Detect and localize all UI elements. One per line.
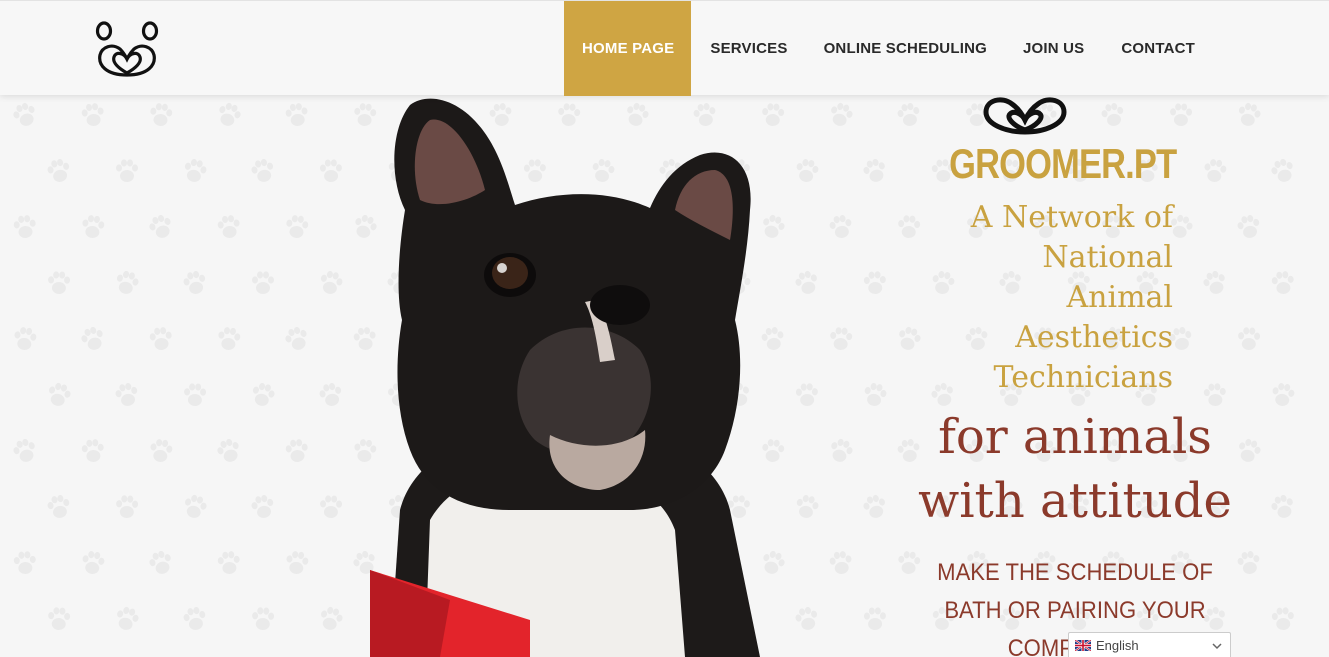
paw-print-icon [41, 153, 77, 189]
paw-print-icon [212, 210, 245, 243]
paw-print-icon [76, 98, 109, 131]
paw-print-icon [210, 96, 248, 134]
paw-print-icon [76, 210, 109, 243]
paw-print-icon [142, 208, 180, 246]
nav-services[interactable]: SERVICES [710, 1, 787, 96]
tagline-line: National [1042, 240, 1173, 275]
paw-print-icon [891, 97, 926, 132]
cta-line: MAKE THE SCHEDULE OF [937, 559, 1213, 586]
paw-print-icon [825, 323, 857, 355]
paw-print-icon [1231, 97, 1267, 133]
tagline-line: Animal [1066, 280, 1173, 315]
paw-print-icon [1095, 97, 1131, 133]
paw-print-icon [177, 153, 213, 189]
paw-print-icon [1231, 209, 1267, 245]
paw-print-icon [41, 377, 78, 414]
paw-print-icon [280, 546, 314, 580]
paw-print-icon [856, 152, 893, 189]
paw-print-icon [824, 210, 859, 245]
paw-print-icon [1267, 267, 1300, 300]
paw-print-icon [1198, 154, 1232, 188]
paw-print-icon [111, 491, 142, 522]
paw-print-icon [6, 96, 44, 134]
main-nav: HOME PAGE SERVICES ONLINE SCHEDULING JOI… [564, 1, 1195, 96]
paw-print-icon [1266, 378, 1300, 412]
paw-print-icon [8, 322, 42, 356]
language-selector[interactable]: English [1068, 632, 1231, 657]
paw-print-icon [112, 156, 142, 186]
paw-print-icon [180, 380, 211, 411]
paw-print-icon [247, 603, 278, 634]
paw-print-icon [1166, 100, 1197, 131]
paw-print-icon [210, 432, 248, 470]
paw-print-icon [74, 320, 112, 358]
paw-print-icon [177, 265, 213, 301]
paw-print-icon [1264, 152, 1302, 190]
paw-print-icon [43, 603, 75, 635]
brand-name: GROOMER.PT [949, 140, 1177, 187]
uk-flag-icon [1075, 640, 1091, 651]
paw-print-icon [893, 547, 926, 580]
paw-print-icon [76, 546, 110, 580]
paw-print-icon [857, 489, 894, 526]
paw-print-icon [248, 268, 278, 298]
nav-online-scheduling[interactable]: ONLINE SCHEDULING [824, 1, 987, 96]
paw-print-icon [6, 432, 44, 470]
paw-print-icon [144, 434, 178, 468]
paw-print-icon [44, 268, 75, 299]
paw-print-icon [857, 377, 892, 412]
headline-line: for animals [938, 409, 1212, 465]
paw-print-icon [245, 153, 281, 189]
paw-print-icon [145, 323, 178, 356]
paw-print-icon [1232, 546, 1267, 581]
paw-print-icon [108, 600, 145, 637]
headline-line: with attitude [918, 473, 1232, 529]
hero-headline: for animals with attitude [905, 405, 1245, 533]
paw-print-icon [245, 489, 281, 525]
nav-home-page[interactable]: HOME PAGE [564, 1, 692, 96]
paw-print-icon [1196, 264, 1234, 302]
paw-print-icon [860, 604, 891, 635]
french-bulldog-image [370, 98, 760, 657]
paw-print-icon [281, 435, 314, 468]
paw-print-icon [177, 601, 212, 636]
paw-print-icon [177, 489, 214, 526]
paw-print-icon [822, 96, 859, 133]
tagline-line: A Network of [970, 200, 1173, 235]
paw-print-icon [77, 435, 110, 468]
paw-print-icon [213, 547, 246, 580]
paw-print-icon [109, 377, 145, 413]
nav-contact[interactable]: CONTACT [1121, 1, 1195, 96]
paw-print-icon [9, 211, 42, 244]
paw-print-icon [278, 320, 316, 358]
paw-print-icon [280, 98, 314, 132]
paw-print-icon [9, 547, 41, 579]
paw-print-icon [41, 489, 76, 524]
paw-print-icon [109, 265, 145, 301]
tagline-line: Aesthetics [1015, 320, 1173, 355]
paw-print-icon [281, 211, 314, 244]
paw-print-icon [145, 99, 178, 132]
nav-join-us[interactable]: JOIN US [1023, 1, 1084, 96]
language-label: English [1096, 638, 1139, 653]
site-header: HOME PAGE SERVICES ONLINE SCHEDULING JOI… [0, 0, 1329, 96]
hero-tagline: A Network of National Animal Aesthetics … [900, 198, 1173, 398]
paw-print-icon [245, 377, 281, 413]
paw-logo-icon[interactable] [94, 19, 160, 79]
paw-print-icon [1233, 323, 1264, 354]
paw-print-icon [212, 322, 245, 355]
paw-print-icon [142, 544, 180, 582]
tagline-line: Technicians [993, 360, 1173, 395]
paw-print-icon [859, 267, 891, 299]
paw-print-icon [824, 546, 858, 580]
paw-print-icon [1264, 488, 1301, 525]
cta-line: BATH OR PAIRING YOUR [944, 597, 1206, 624]
paw-print-icon [822, 432, 860, 470]
chevron-down-icon [1212, 643, 1222, 650]
paw-print-icon [1267, 603, 1299, 635]
